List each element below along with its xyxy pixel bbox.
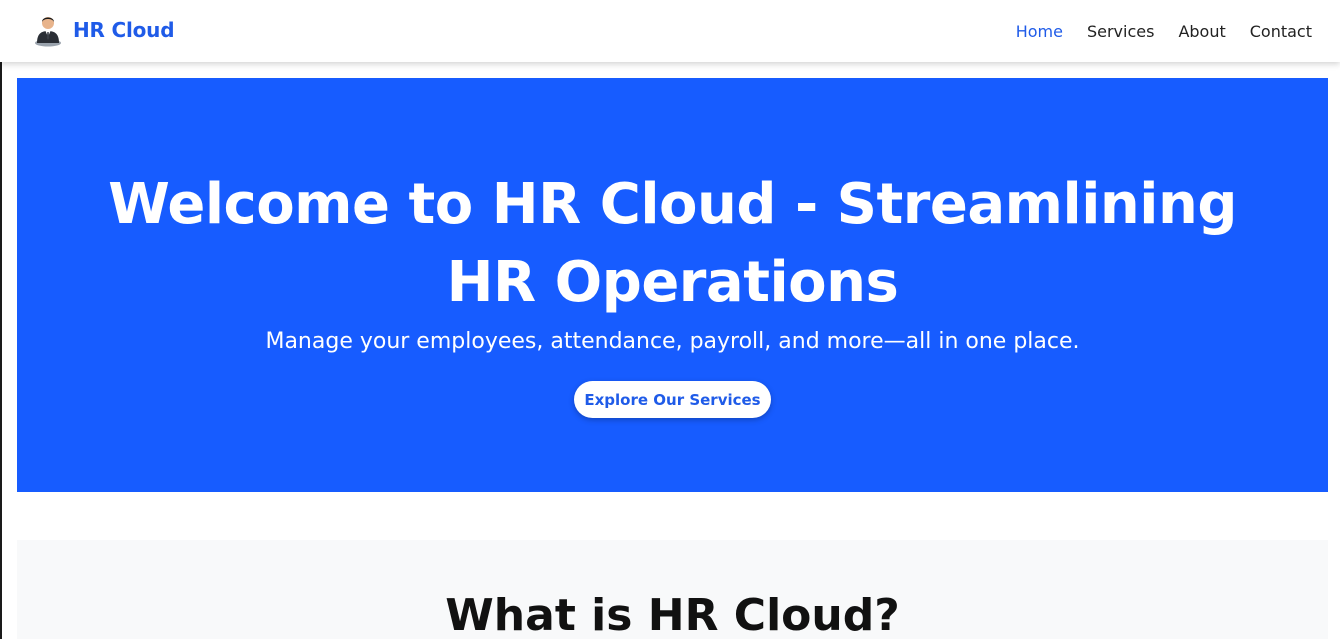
nav-link-home[interactable]: Home [1016,22,1063,41]
nav-menu: Home Services About Contact [992,0,1312,62]
nav-link-services[interactable]: Services [1087,22,1154,41]
brand-link[interactable]: HR Cloud [33,12,175,48]
hero-section: Welcome to HR Cloud - Streamlining HR Op… [17,78,1328,492]
about-title: What is HR Cloud? [445,590,900,639]
hero-subtitle: Manage your employees, attendance, payro… [265,329,1080,354]
navbar: HR Cloud Home Services About Contact [0,0,1340,62]
about-section: What is HR Cloud? [17,540,1328,639]
explore-services-button[interactable]: Explore Our Services [574,381,771,418]
brand-name: HR Cloud [73,18,175,42]
businessman-avatar-icon [35,17,61,47]
nav-link-about[interactable]: About [1178,22,1225,41]
window-left-border [0,62,2,639]
hero-title: Welcome to HR Cloud - Streamlining HR Op… [108,172,1237,315]
nav-link-contact[interactable]: Contact [1250,22,1312,41]
